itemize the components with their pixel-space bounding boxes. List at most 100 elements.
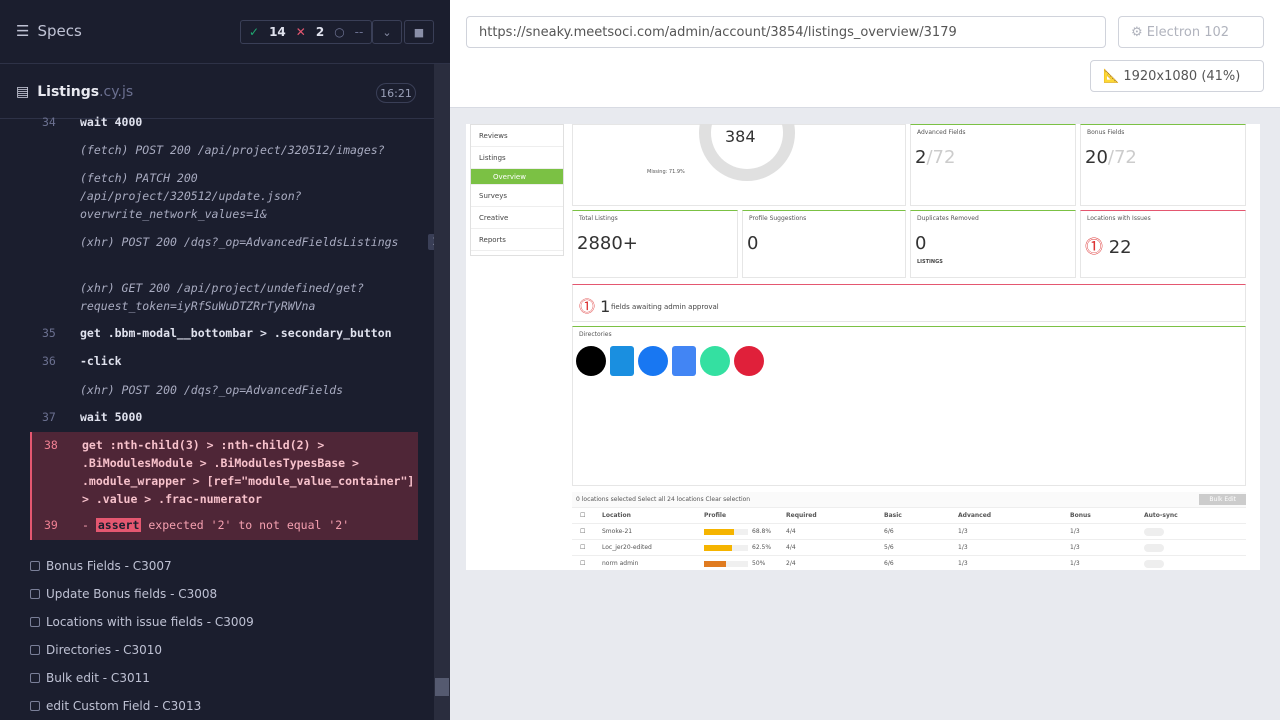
column-header[interactable]: Location bbox=[602, 512, 704, 519]
command-row[interactable]: 34 wait 4000 bbox=[30, 113, 418, 131]
test-title: Directories - C3010 bbox=[46, 643, 163, 657]
bonus-value: 1/3 bbox=[1070, 560, 1080, 567]
sidebar-item-overview[interactable]: Overview bbox=[471, 169, 563, 185]
issues-card[interactable]: Locations with Issues ⓵ 22 bbox=[1080, 210, 1246, 278]
test-title: Locations with issue fields - C3009 bbox=[46, 615, 254, 629]
row-checkbox[interactable]: ☐ bbox=[572, 560, 602, 567]
command-row[interactable]: (xhr) GET 200 /api/project/undefined/get… bbox=[30, 279, 418, 315]
row-checkbox[interactable]: ☐ bbox=[572, 544, 602, 551]
advanced-value: 1/3 bbox=[958, 544, 968, 551]
table-row[interactable]: ☐ Smoke-21 68.8% 4/4 6/6 1/3 1/3 bbox=[572, 524, 1246, 540]
command-row[interactable]: 37 wait 5000 bbox=[30, 408, 418, 426]
profile-suggestions-card[interactable]: Profile Suggestions 0 bbox=[742, 210, 906, 278]
test-stats: ✓ 14 ✕ 2 ○ -- bbox=[240, 20, 373, 44]
test-status-icon bbox=[30, 701, 40, 711]
test-item[interactable]: Bulk edit - C3011 bbox=[30, 671, 150, 685]
test-item[interactable]: edit Custom Field - C3013 bbox=[30, 699, 201, 713]
profile-bar-fill bbox=[704, 560, 726, 567]
browser-label: Electron 102 bbox=[1146, 25, 1230, 40]
ruler-icon: 📐 bbox=[1103, 69, 1124, 84]
bulk-edit-button[interactable]: Bulk Edit bbox=[1199, 494, 1246, 505]
profile-bar bbox=[704, 528, 748, 535]
specs-toggle[interactable]: ☰ Specs bbox=[16, 22, 82, 40]
yelp-icon[interactable] bbox=[734, 346, 764, 376]
viewport-size[interactable]: 📐 1920x1080 (41%) bbox=[1090, 60, 1264, 92]
stop-button[interactable]: ■ bbox=[404, 20, 434, 44]
approval-card[interactable]: ⓵ 1 fields awaiting admin approval bbox=[572, 284, 1246, 322]
card-label: Advanced Fields bbox=[917, 129, 966, 136]
card-label: Profile Suggestions bbox=[749, 215, 807, 222]
column-header[interactable]: Required bbox=[786, 512, 884, 519]
card-total: /72 bbox=[926, 147, 956, 168]
total-listings-card[interactable]: Total Listings 2880+ bbox=[572, 210, 738, 278]
test-item[interactable]: Bonus Fields - C3007 bbox=[30, 559, 172, 573]
location-name: Smoke-21 bbox=[602, 528, 633, 535]
failed-command[interactable]: 38 get :nth-child(3) > :nth-child(2) > .… bbox=[30, 432, 418, 540]
command-text: get .bbm-modal__bottombar > .secondary_b… bbox=[80, 326, 392, 340]
advanced-value: 1/3 bbox=[958, 528, 968, 535]
sidebar-item-creative[interactable]: Creative bbox=[471, 207, 563, 229]
facebook-icon[interactable] bbox=[638, 346, 668, 376]
scrollbar-thumb[interactable] bbox=[435, 678, 449, 696]
app-preview: https://sneaky.meetsoci.com/admin/accoun… bbox=[450, 0, 1280, 720]
auto-sync-toggle[interactable] bbox=[1144, 559, 1164, 568]
card-label: Locations with Issues bbox=[1087, 215, 1151, 222]
select-all-checkbox[interactable]: ☐ bbox=[572, 512, 602, 519]
table-row[interactable]: ☐ Loc_jer20-edited 62.5% 4/4 5/6 1/3 1/3 bbox=[572, 540, 1246, 556]
card-value: 22 bbox=[1108, 237, 1132, 258]
bonus-fields-card[interactable]: Bonus Fields 20/72 bbox=[1080, 124, 1246, 206]
bonus-value: 1/3 bbox=[1070, 528, 1080, 535]
column-header[interactable]: Profile bbox=[704, 512, 786, 519]
sidebar-item-listings[interactable]: Listings bbox=[471, 147, 563, 169]
sidebar-item-reviews[interactable]: Reviews bbox=[471, 125, 563, 147]
row-checkbox[interactable]: ☐ bbox=[572, 528, 602, 535]
file-title[interactable]: ▤ Listings.cy.js bbox=[16, 84, 133, 100]
column-header[interactable]: Bonus bbox=[1070, 512, 1144, 519]
test-item[interactable]: Update Bonus fields - C3008 bbox=[30, 587, 217, 601]
passed-count: 14 bbox=[269, 25, 286, 39]
card-label: Duplicates Removed bbox=[917, 215, 979, 222]
table-header: ☐ Location Profile Required Basic Advanc… bbox=[572, 508, 1246, 524]
command-text: (fetch) PATCH 200 /api/project/320512/up… bbox=[80, 171, 302, 221]
command-row[interactable]: 35 get .bbm-modal__bottombar > .secondary… bbox=[30, 324, 418, 342]
command-row[interactable]: 36 -click bbox=[30, 352, 418, 370]
auto-sync-toggle[interactable] bbox=[1144, 543, 1164, 552]
directories-label: Directories bbox=[579, 331, 612, 338]
card-total: /72 bbox=[1107, 147, 1137, 168]
column-header[interactable]: Auto-sync bbox=[1144, 512, 1178, 519]
url-input[interactable]: https://sneaky.meetsoci.com/admin/accoun… bbox=[466, 16, 1106, 48]
dropdown-button[interactable]: ⌄ bbox=[372, 20, 402, 44]
browser-select[interactable]: ⚙ Electron 102 bbox=[1118, 16, 1264, 48]
test-status-icon bbox=[30, 561, 40, 571]
sidebar-item-reports[interactable]: Reports bbox=[471, 229, 563, 251]
command-text: (xhr) GET 200 /api/project/undefined/get… bbox=[80, 281, 364, 313]
command-row[interactable]: (xhr) POST 200 /dqs?_op=AdvancedFieldsLi… bbox=[30, 233, 444, 269]
assert-message: expected '2' to not equal '2' bbox=[148, 518, 350, 532]
test-item[interactable]: Locations with issue fields - C3009 bbox=[30, 615, 254, 629]
line-number: 35 bbox=[42, 326, 56, 340]
specs-title: Specs bbox=[37, 22, 82, 40]
test-status-icon bbox=[30, 673, 40, 683]
column-header[interactable]: Advanced bbox=[958, 512, 1070, 519]
apple-icon[interactable] bbox=[576, 346, 606, 376]
column-header[interactable]: Basic bbox=[884, 512, 958, 519]
donut-card: 384 Missing: 71.9% bbox=[572, 124, 906, 206]
advanced-fields-card[interactable]: Advanced Fields 2/72 bbox=[910, 124, 1076, 206]
tripadvisor-icon[interactable] bbox=[700, 346, 730, 376]
command-text: -click bbox=[80, 354, 122, 368]
approval-text: fields awaiting admin approval bbox=[611, 303, 719, 311]
test-item[interactable]: Directories - C3010 bbox=[30, 643, 162, 657]
bing-icon[interactable] bbox=[610, 346, 634, 376]
sidebar-item-surveys[interactable]: Surveys bbox=[471, 185, 563, 207]
table-row[interactable]: ☐ norm admin 50% 2/4 6/6 1/3 1/3 bbox=[572, 556, 1246, 570]
profile-percent: 68.8% bbox=[752, 528, 772, 535]
auto-sync-toggle[interactable] bbox=[1144, 527, 1164, 536]
command-row[interactable]: (xhr) POST 200 /dqs?_op=AdvancedFields bbox=[30, 381, 418, 399]
table-toolbar: 0 locations selected Select all 24 locat… bbox=[572, 492, 1246, 508]
card-value: 0 bbox=[915, 233, 927, 254]
command-row[interactable]: (fetch) PATCH 200 /api/project/320512/up… bbox=[30, 169, 418, 223]
google-icon[interactable] bbox=[672, 346, 696, 376]
scrollbar[interactable] bbox=[434, 64, 450, 720]
command-row[interactable]: (fetch) POST 200 /api/project/320512/ima… bbox=[30, 141, 418, 159]
duplicates-card[interactable]: Duplicates Removed 0 LISTINGS bbox=[910, 210, 1076, 278]
